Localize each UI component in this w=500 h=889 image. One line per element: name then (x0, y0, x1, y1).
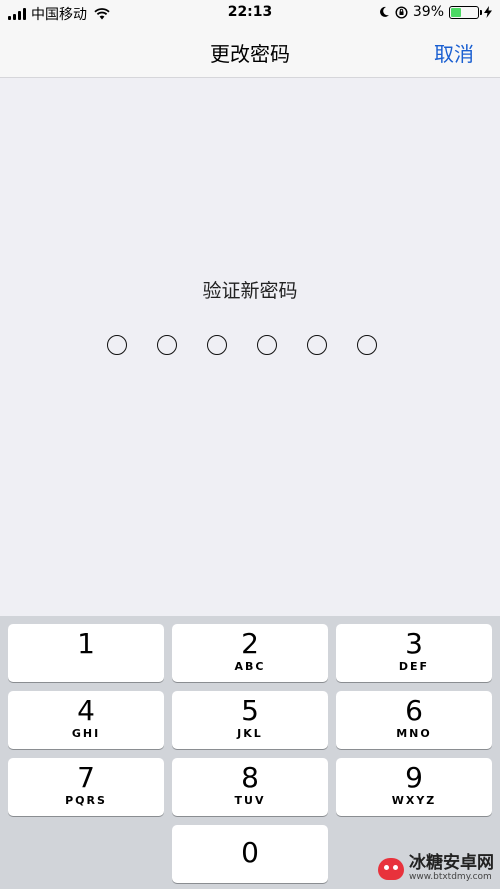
watermark-url: www.btxtdmy.com (409, 872, 492, 883)
passcode-dot (157, 335, 177, 355)
numeric-keypad: 1 2 ABC 3 DEF 4 GHI 5 JKL 6 MNO 7 PQRS 8 TUV 9 WXYZ 0 (0, 616, 500, 889)
key-digit: 9 (405, 761, 423, 794)
watermark: 冰糖安卓网 www.btxtdmy.com (378, 854, 494, 883)
status-right: 39% (379, 4, 492, 20)
watermark-logo-icon (378, 857, 404, 880)
passcode-dot (357, 335, 377, 355)
key-letters: TUV (234, 794, 266, 807)
key-letters: GHI (71, 727, 101, 740)
key-letters: ABC (234, 660, 266, 673)
navigation-bar: 更改密码 取消 (0, 26, 500, 78)
key-2[interactable]: 2 ABC (172, 624, 328, 682)
key-letters: DEF (398, 660, 430, 673)
key-4[interactable]: 4 GHI (8, 691, 164, 749)
passcode-dot (307, 335, 327, 355)
key-1[interactable]: 1 (8, 624, 164, 682)
key-7[interactable]: 7 PQRS (8, 758, 164, 816)
moon-icon (379, 6, 389, 17)
battery-icon (449, 5, 482, 19)
key-6[interactable]: 6 MNO (336, 691, 492, 749)
key-digit: 2 (241, 627, 259, 660)
passcode-prompt: 验证新密码 (202, 280, 298, 302)
key-0[interactable]: 0 (172, 825, 328, 883)
charging-bolt-icon (484, 6, 492, 18)
page-title: 更改密码 (210, 42, 290, 66)
cancel-button[interactable]: 取消 (434, 38, 474, 67)
key-9[interactable]: 9 WXYZ (336, 758, 492, 816)
status-bar: 中国移动 22:13 39% (0, 0, 500, 26)
battery-percent: 39% (412, 4, 444, 20)
key-letters: MNO (396, 727, 432, 740)
key-digit: 7 (77, 761, 95, 794)
key-digit: 8 (241, 761, 259, 794)
key-digit: 4 (77, 694, 95, 727)
key-digit: 6 (405, 694, 423, 727)
passcode-dots (107, 335, 377, 355)
key-letters: WXYZ (391, 794, 437, 807)
key-digit: 1 (77, 627, 95, 660)
key-digit: 0 (241, 836, 259, 869)
key-letters: PQRS (65, 794, 107, 807)
passcode-dot (257, 335, 277, 355)
passcode-dot (107, 335, 127, 355)
key-letters: JKL (237, 727, 263, 740)
key-8[interactable]: 8 TUV (172, 758, 328, 816)
orientation-lock-icon (395, 5, 408, 19)
watermark-name: 冰糖安卓网 (409, 853, 494, 874)
passcode-dot (207, 335, 227, 355)
key-digit: 3 (405, 627, 423, 660)
key-digit: 5 (241, 694, 259, 727)
key-3[interactable]: 3 DEF (336, 624, 492, 682)
key-5[interactable]: 5 JKL (172, 691, 328, 749)
